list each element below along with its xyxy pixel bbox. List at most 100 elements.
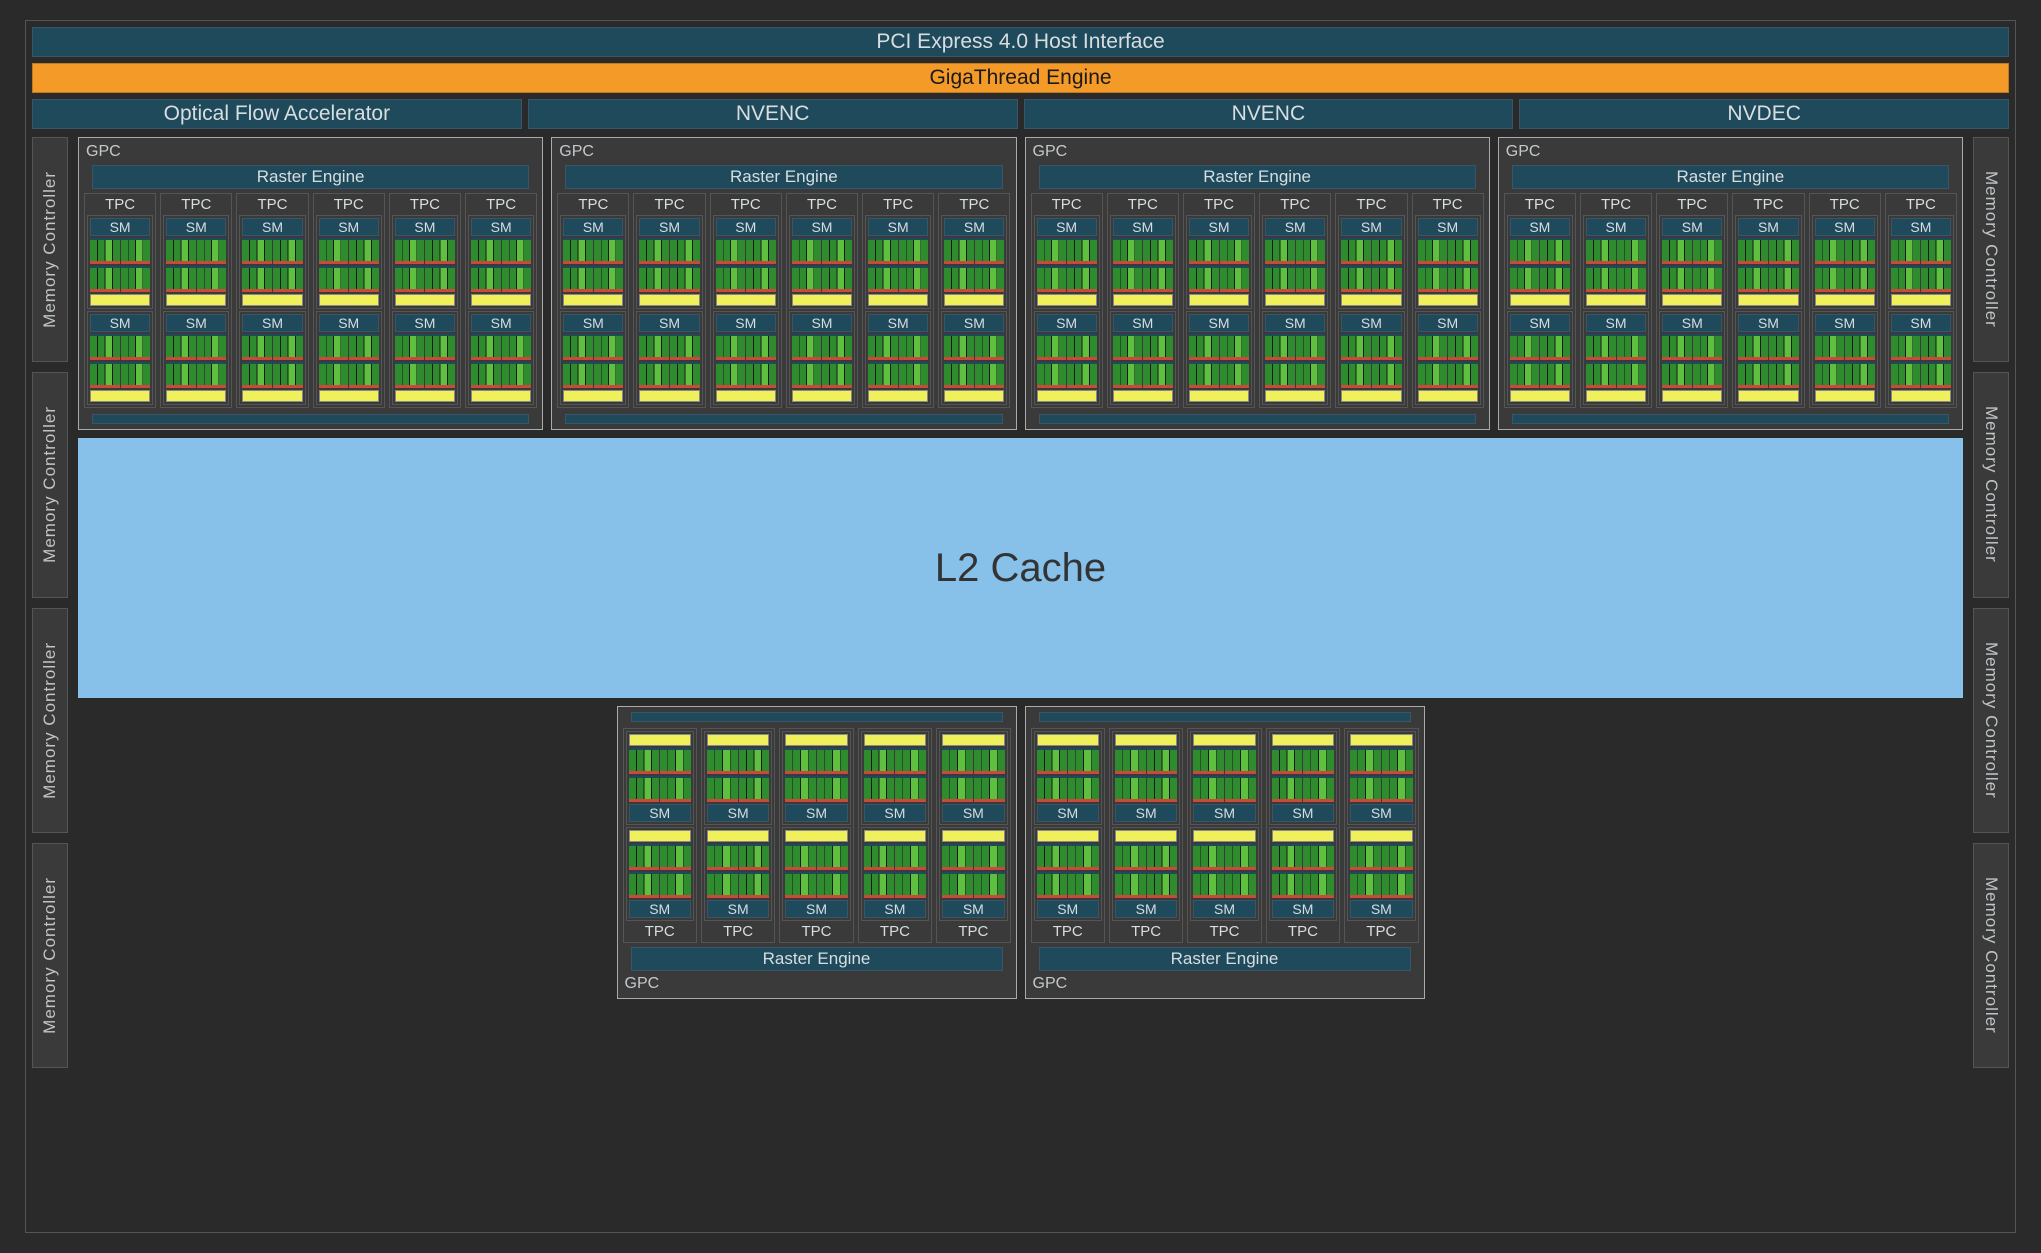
core-half (739, 872, 770, 898)
tpc-block: TPCSMSM (84, 193, 156, 408)
sm-label: SM (242, 218, 302, 236)
sm-block: SM (782, 827, 850, 921)
core-half (197, 334, 227, 360)
sm-label: SM (1115, 900, 1177, 918)
core-half (707, 872, 738, 898)
sm-block: SM (1583, 215, 1649, 309)
sm-label: SM (166, 218, 226, 236)
core-row (1113, 266, 1173, 292)
core-half (1189, 362, 1219, 388)
core-half (1510, 362, 1540, 388)
sm-label: SM (471, 218, 531, 236)
core-half (899, 362, 929, 388)
sm-label: SM (639, 218, 699, 236)
rop-strip (565, 414, 1002, 424)
core-half (502, 238, 532, 264)
sm-block: SM (1347, 731, 1415, 825)
cache-bar (1662, 294, 1722, 306)
core-half (1382, 872, 1413, 898)
sm-block: SM (1112, 827, 1180, 921)
core-half (975, 334, 1005, 360)
core-half (974, 776, 1005, 802)
sm-block: SM (865, 311, 931, 405)
core-row (1418, 238, 1478, 264)
core-half (197, 238, 227, 264)
raster-engine: Raster Engine (565, 165, 1002, 189)
core-row (166, 362, 226, 388)
core-half (629, 872, 660, 898)
core-half (716, 334, 746, 360)
gpc-label: GPC (84, 143, 537, 161)
sm-block: SM (1110, 215, 1176, 309)
core-half (975, 238, 1005, 264)
core-half (707, 748, 738, 774)
core-half (425, 362, 455, 388)
core-half (166, 266, 196, 292)
core-half (1769, 266, 1799, 292)
cache-bar (707, 734, 769, 746)
core-half (1586, 238, 1616, 264)
sm-label: SM (1037, 900, 1099, 918)
core-row (1510, 362, 1570, 388)
core-row (944, 334, 1004, 360)
core-row (1037, 266, 1097, 292)
memory-controller: Memory Controller (32, 608, 68, 833)
core-row (716, 238, 776, 264)
sm-block: SM (1338, 215, 1404, 309)
core-half (639, 362, 669, 388)
core-row (1265, 362, 1325, 388)
core-half (563, 266, 593, 292)
sm-block: SM (1338, 311, 1404, 405)
sm-block: SM (1034, 215, 1100, 309)
core-half (1617, 334, 1647, 360)
tpc-block: SMSMTPC (701, 728, 775, 943)
core-row (1265, 334, 1325, 360)
sm-block: SM (865, 215, 931, 309)
core-half (1147, 748, 1178, 774)
core-half (1220, 266, 1250, 292)
core-half (1586, 334, 1616, 360)
core-half (563, 238, 593, 264)
core-row (1272, 844, 1334, 870)
core-half (707, 844, 738, 870)
tpc-block: TPCSMSM (313, 193, 385, 408)
core-row (1815, 238, 1875, 264)
tpc-label: TPC (1110, 196, 1176, 213)
sm-label: SM (166, 314, 226, 332)
sm-label: SM (395, 314, 455, 332)
sm-block: SM (1262, 215, 1328, 309)
core-row (1510, 266, 1570, 292)
sm-label: SM (1510, 314, 1570, 332)
memory-controller: Memory Controller (32, 137, 68, 362)
core-row (868, 362, 928, 388)
tpc-block: SMSMTPC (1031, 728, 1105, 943)
sm-label: SM (1418, 314, 1478, 332)
core-row (395, 238, 455, 264)
tpc-block: TPCSMSM (557, 193, 629, 408)
core-half (273, 334, 303, 360)
core-half (395, 266, 425, 292)
cache-bar (1350, 830, 1412, 842)
core-half (1510, 238, 1540, 264)
core-half (899, 238, 929, 264)
core-half (1113, 238, 1143, 264)
gpc-label: GPC (623, 975, 1011, 993)
core-half (121, 266, 151, 292)
core-half (1296, 334, 1326, 360)
cache-bar (1272, 830, 1334, 842)
gpc-block: GPCRaster EngineSMSMTPCSMSMTPCSMSMTPCSMS… (1025, 706, 1425, 999)
core-half (746, 266, 776, 292)
cache-bar (1510, 390, 1570, 402)
gpc-block: GPCRaster EngineTPCSMSMTPCSMSMTPCSMSMTPC… (551, 137, 1016, 430)
cache-bar (563, 294, 623, 306)
core-half (1510, 334, 1540, 360)
tpc-label: TPC (1347, 923, 1415, 940)
core-row (716, 266, 776, 292)
sm-label: SM (864, 900, 926, 918)
core-half (594, 362, 624, 388)
core-row (792, 238, 852, 264)
tpc-label: TPC (941, 196, 1007, 213)
core-half (1189, 334, 1219, 360)
gpc-block: GPCRaster EngineTPCSMSMTPCSMSMTPCSMSMTPC… (78, 137, 543, 430)
memory-controller-label: Memory Controller (1981, 171, 2001, 328)
